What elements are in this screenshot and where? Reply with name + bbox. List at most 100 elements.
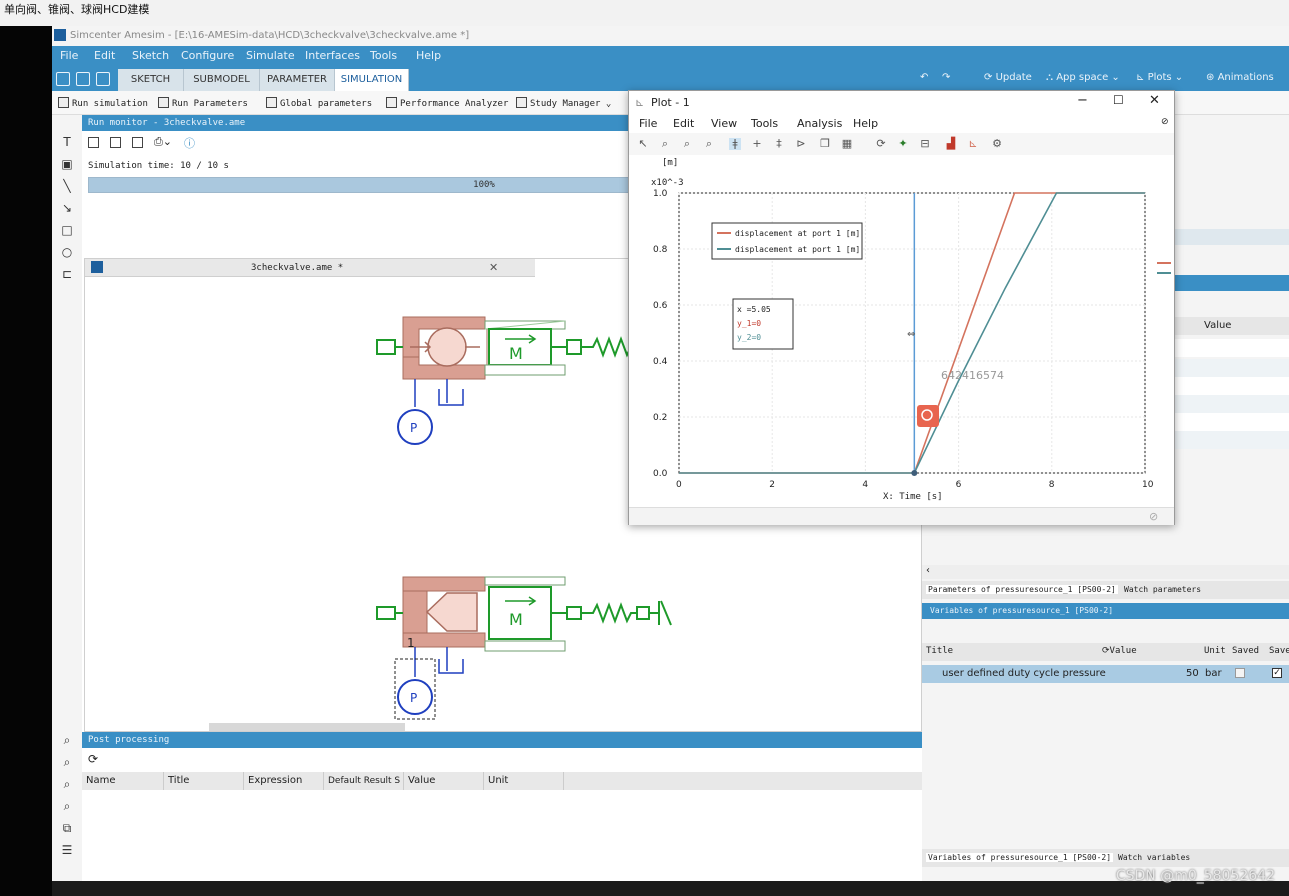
- plot-menu-tools[interactable]: Tools: [751, 117, 778, 130]
- menu-edit[interactable]: Edit: [94, 49, 115, 62]
- double-cursor-icon[interactable]: ‡: [773, 138, 785, 150]
- ellipse-tool-icon[interactable]: ○: [60, 245, 74, 259]
- variable-row[interactable]: user defined duty cycle pressure 50 bar …: [922, 665, 1289, 683]
- refresh-icon[interactable]: ⟳: [88, 752, 98, 766]
- col-title: Title: [926, 646, 954, 656]
- zoom-in-icon[interactable]: ⌕: [681, 138, 693, 150]
- menu-configure[interactable]: Configure: [181, 49, 234, 62]
- plot-menu-file[interactable]: File: [639, 117, 657, 130]
- undo-icon[interactable]: ↶: [920, 72, 928, 83]
- variable-value[interactable]: 50: [1186, 668, 1199, 679]
- save-checkbox[interactable]: ✓: [1272, 668, 1282, 678]
- performance-analyzer-button[interactable]: Performance Analyzer: [386, 97, 508, 109]
- search-badge-icon[interactable]: [917, 405, 939, 427]
- app-space-button[interactable]: ⛬ App space ⌄: [1046, 72, 1120, 83]
- variable-unit: bar: [1205, 668, 1222, 679]
- zoom-out-icon[interactable]: ⌕: [703, 138, 715, 150]
- run-simulation-button[interactable]: Run simulation: [58, 97, 148, 109]
- menu-help[interactable]: Help: [416, 49, 441, 62]
- help-icon[interactable]: ⓘ: [184, 135, 195, 151]
- play-icon[interactable]: [110, 137, 121, 148]
- update-button[interactable]: ⟳ Update: [984, 72, 1032, 83]
- arrow-tool-icon[interactable]: ↘: [60, 201, 74, 215]
- table-icon[interactable]: ▦: [841, 138, 853, 150]
- plot-menu-edit[interactable]: Edit: [673, 117, 694, 130]
- copy-icon[interactable]: ❐: [819, 138, 831, 150]
- minimize-button[interactable]: −: [1077, 93, 1088, 108]
- cursor-y2: y_2=0: [737, 333, 761, 342]
- plot-area[interactable]: 0 2 4 6 8 10 0.0 0.2 0.4 0.6 0.8 1.0 [m] x10^-3 X: …: [629, 155, 1174, 507]
- scroll-left-icon[interactable]: ‹: [926, 565, 930, 576]
- open-folder-icon[interactable]: [76, 72, 90, 86]
- align-tool-icon[interactable]: ⊏: [60, 267, 74, 281]
- zoom-icon[interactable]: ⌕: [659, 138, 671, 150]
- plots-button[interactable]: ⊾ Plots ⌄: [1136, 72, 1183, 83]
- zoom-out-icon[interactable]: ⌕: [60, 755, 74, 769]
- plot-window[interactable]: ⊾ Plot - 1 − ☐ ✕ File Edit View Tools An…: [628, 90, 1175, 525]
- tab-simulation[interactable]: SIMULATION: [335, 69, 409, 91]
- sketch-tab[interactable]: 3checkvalve.ame * ✕: [85, 259, 535, 277]
- cross-cursor-icon[interactable]: +: [751, 138, 763, 150]
- print-icon[interactable]: ⎙⌄: [154, 135, 172, 149]
- zoom-in-icon[interactable]: ⌕: [60, 733, 74, 747]
- tab-submodel[interactable]: SUBMODEL: [184, 69, 260, 91]
- screen-left-border: [0, 26, 52, 896]
- save-icon[interactable]: [96, 72, 110, 86]
- select-icon[interactable]: ↖: [637, 138, 649, 150]
- pin-icon[interactable]: ✦: [897, 138, 909, 150]
- maximize-button[interactable]: ☐: [1113, 93, 1124, 107]
- plot-menu-help[interactable]: Help: [853, 117, 878, 130]
- stop-icon[interactable]: [88, 137, 99, 148]
- poppet-check-valve[interactable]: M 1 P: [376, 576, 672, 720]
- drag-handle-icon[interactable]: ⇔: [907, 329, 915, 340]
- run-parameters-button[interactable]: Run Parameters: [158, 97, 248, 109]
- close-tab-icon[interactable]: ✕: [489, 261, 498, 274]
- text-tool-icon[interactable]: T: [60, 135, 74, 149]
- new-file-icon[interactable]: [56, 72, 70, 86]
- line-tool-icon[interactable]: ╲: [60, 179, 74, 193]
- plot-menu-view[interactable]: View: [711, 117, 737, 130]
- export-icon[interactable]: ⊟: [919, 138, 931, 150]
- rectangle-tool-icon[interactable]: □: [60, 223, 74, 237]
- tab-parameter[interactable]: PARAMETER: [260, 69, 335, 91]
- line-chart-icon[interactable]: ⊾: [967, 138, 979, 150]
- tab-variables-of[interactable]: Variables of pressuresource_1 [PS00-2]: [926, 853, 1114, 862]
- menu-sketch[interactable]: Sketch: [132, 49, 169, 62]
- y-tick-label: 0.4: [653, 357, 668, 367]
- zoom-fit-icon[interactable]: ⌕: [60, 777, 74, 791]
- vertical-cursor-icon[interactable]: ǂ: [729, 138, 741, 150]
- horizontal-scrollbar[interactable]: [209, 723, 405, 731]
- menu-interfaces[interactable]: Interfaces: [305, 49, 360, 62]
- tab-sketch[interactable]: SKETCH: [118, 69, 184, 91]
- tab-parameters-of[interactable]: Parameters of pressuresource_1 [PS00-2]: [926, 585, 1118, 594]
- global-parameters-button[interactable]: Global parameters: [266, 97, 372, 109]
- refresh-icon[interactable]: ⟳: [875, 138, 887, 150]
- settings-icon[interactable]: ⚙: [991, 138, 1003, 150]
- plot-icon: ⊾: [635, 96, 645, 109]
- image-tool-icon[interactable]: ▣: [60, 157, 74, 171]
- h-scroll[interactable]: ‹: [922, 565, 1289, 579]
- study-manager-label: Study Manager: [530, 99, 601, 109]
- menu-simulate[interactable]: Simulate: [246, 49, 295, 62]
- study-manager-button[interactable]: Study Manager ⌄: [516, 97, 611, 109]
- marker-icon[interactable]: ⊳: [795, 138, 807, 150]
- legend: displacement at port 1 [m] displacement …: [711, 222, 863, 260]
- menu-tools[interactable]: Tools: [370, 49, 397, 62]
- animations-button[interactable]: ⊛ Animations: [1206, 72, 1274, 83]
- bar-chart-icon[interactable]: ▟: [945, 138, 957, 150]
- layers-icon[interactable]: ⧉: [60, 821, 74, 835]
- pin-icon[interactable]: ⊘: [1161, 117, 1169, 127]
- close-button[interactable]: ✕: [1149, 93, 1160, 108]
- zoom-area-icon[interactable]: ⌕: [60, 799, 74, 813]
- saved-checkbox[interactable]: [1235, 668, 1245, 678]
- plot-menubar: File Edit View Tools Analysis Help ⊘: [629, 113, 1174, 133]
- menu-file[interactable]: File: [60, 49, 78, 62]
- redo-icon[interactable]: ↷: [942, 72, 950, 83]
- list-icon[interactable]: ☰: [60, 843, 74, 857]
- menubar: File Edit Sketch Configure Simulate Inte…: [52, 46, 1289, 67]
- plot-menu-analysis[interactable]: Analysis: [797, 117, 842, 130]
- ball-check-valve[interactable]: M P: [376, 316, 640, 445]
- log-icon[interactable]: [132, 137, 143, 148]
- tab-watch-variables[interactable]: Watch variables: [1118, 853, 1190, 862]
- tab-watch-parameters[interactable]: Watch parameters: [1124, 585, 1201, 594]
